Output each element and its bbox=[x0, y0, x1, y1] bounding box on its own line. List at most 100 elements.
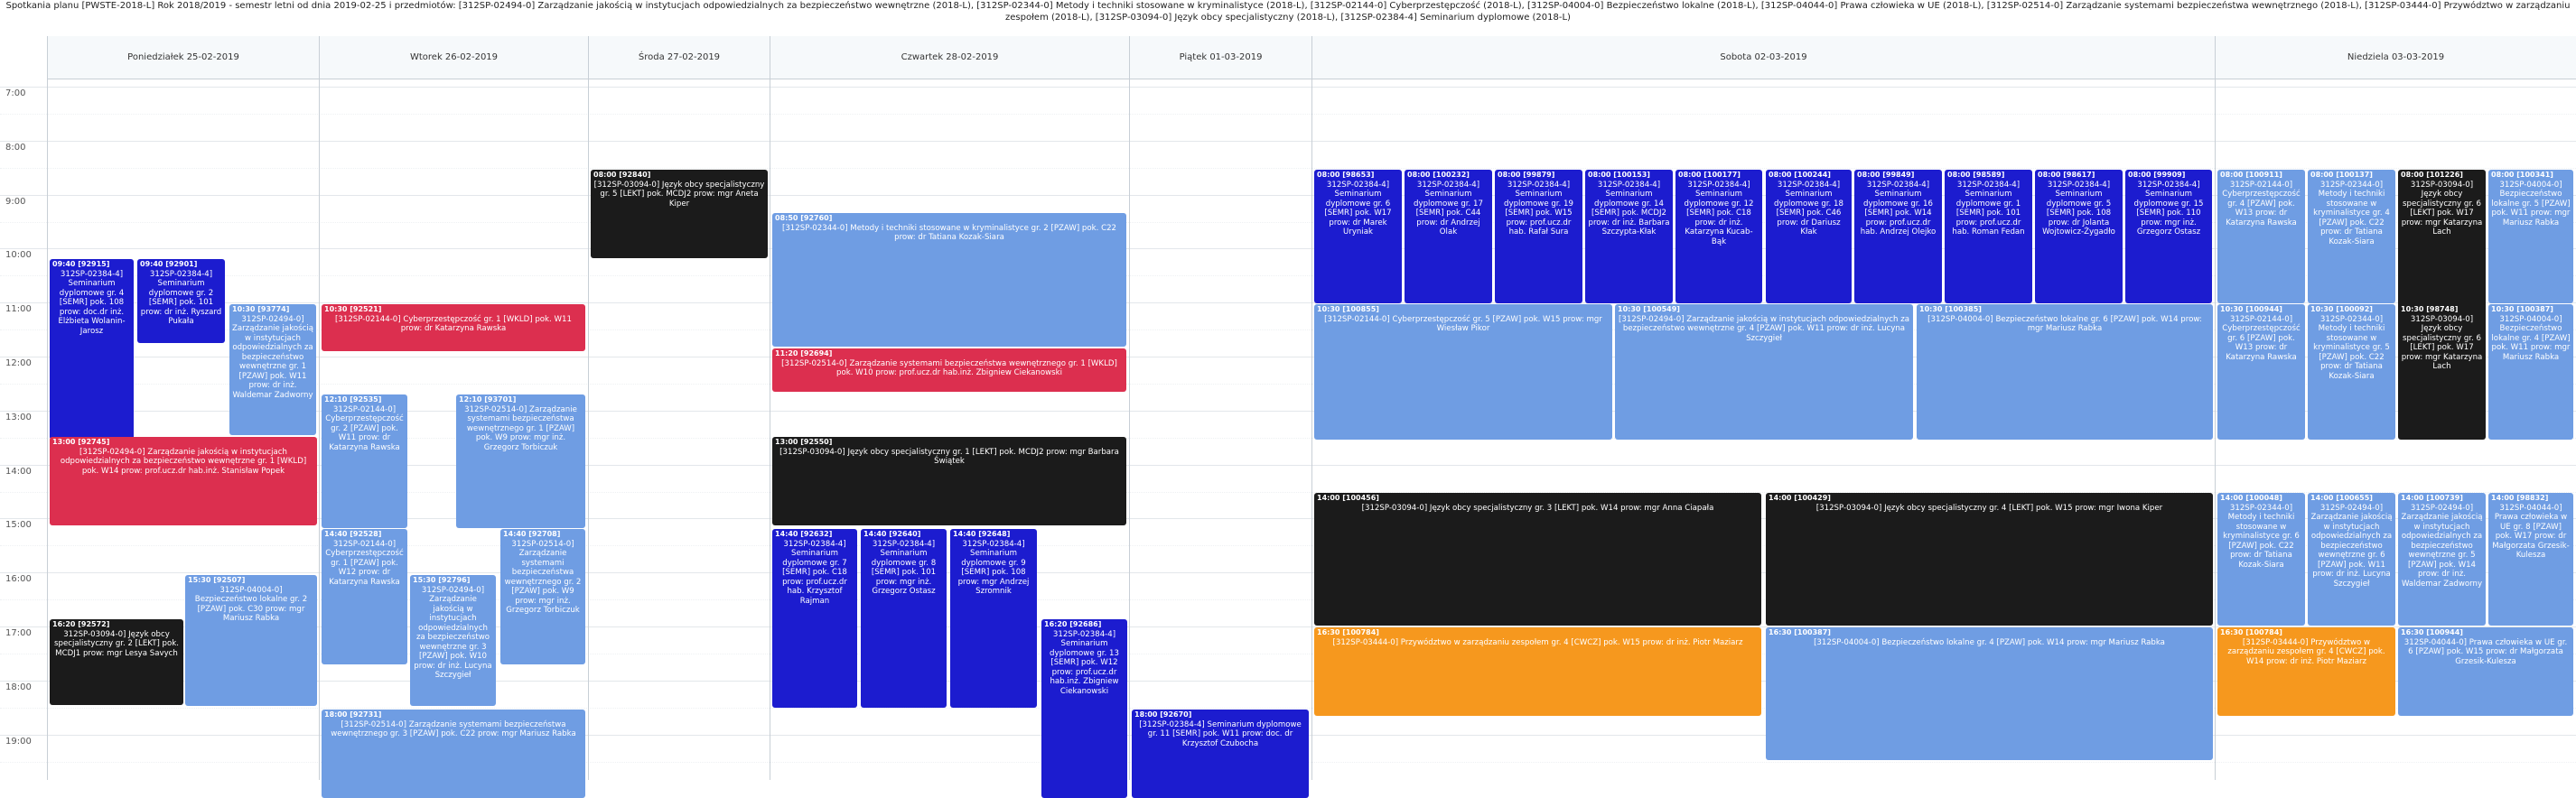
day-column bbox=[588, 36, 770, 780]
calendar-event[interactable]: 16:30 [100944] 312SP-04044-0] Prawa człow… bbox=[2398, 627, 2573, 716]
event-description: [312SP-03094-0] Język obcy specjalistycz… bbox=[1361, 503, 1714, 513]
event-description: 312SP-02384-4] Seminarium dyplomowe gr. … bbox=[1504, 180, 1573, 237]
calendar-event[interactable]: 09:40 [92915] 312SP-02384-4] Seminarium d… bbox=[50, 259, 134, 440]
calendar-event[interactable]: 10:30 [100092] 312SP-02344-0] Metody i te… bbox=[2308, 304, 2395, 440]
calendar-event[interactable]: 14:00 [100739] 312SP-02494-0] Zarządzanie… bbox=[2398, 493, 2486, 626]
day-header: Poniedziałek 25-02-2019 bbox=[47, 36, 319, 79]
calendar-event[interactable]: 16:20 [92686] 312SP-02384-4] Seminarium d… bbox=[1041, 619, 1127, 798]
day-column bbox=[1129, 36, 1311, 780]
calendar-event[interactable]: 08:00 [99879] 312SP-02384-4] Seminarium d… bbox=[1495, 170, 1582, 303]
event-time-id: 09:40 [92901] bbox=[140, 260, 198, 268]
calendar-event[interactable]: 08:00 [100177] 312SP-02384-4] Seminarium … bbox=[1675, 170, 1762, 303]
event-time-id: 14:40 [92632] bbox=[775, 530, 833, 538]
hour-label: 7:00 bbox=[5, 88, 26, 98]
calendar-event[interactable]: 08:00 [98617] 312SP-02384-4] Seminarium d… bbox=[2035, 170, 2123, 303]
event-description: 312SP-02384-4] Seminarium dyplomowe gr. … bbox=[1588, 180, 1670, 237]
hour-label: 13:00 bbox=[5, 412, 32, 422]
event-description: 312SP-02384-4] Seminarium dyplomowe gr. … bbox=[957, 539, 1030, 597]
calendar-event[interactable]: 14:40 [92648] 312SP-02384-4] Seminarium d… bbox=[950, 529, 1037, 708]
calendar-event[interactable]: 08:00 [100232] 312SP-02384-4] Seminarium … bbox=[1405, 170, 1492, 303]
calendar-event[interactable]: 12:10 [92535] 312SP-02144-0] Cyberprzestę… bbox=[322, 394, 407, 528]
event-description: [312SP-03444-0] Przywództwo w zarządzani… bbox=[2227, 637, 2385, 666]
event-time-id: 10:30 [100385] bbox=[1919, 305, 1982, 313]
event-description: 312SP-04004-0] Bezpieczeństwo lokalne gr… bbox=[194, 585, 308, 624]
calendar-event[interactable]: 08:00 [99909] 312SP-02384-4] Seminarium d… bbox=[2125, 170, 2212, 303]
event-description: 312SP-04004-0] Bezpieczeństwo lokalne gr… bbox=[2491, 314, 2571, 362]
calendar-event[interactable]: 08:00 [98653] 312SP-02384-4] Seminarium d… bbox=[1314, 170, 1402, 303]
event-time-id: 14:40 [92640] bbox=[863, 530, 921, 538]
event-description: 312SP-02494-0] Zarządzanie jakością w in… bbox=[2401, 503, 2483, 589]
calendar-event[interactable]: 13:00 [92745] [312SP-02494-0] Zarządzanie… bbox=[50, 437, 317, 525]
event-time-id: 10:30 [100092] bbox=[2310, 305, 2373, 313]
hour-label: 15:00 bbox=[5, 520, 32, 531]
event-description: [312SP-04004-0] Bezpieczeństwo lokalne g… bbox=[1927, 314, 2202, 334]
calendar-event[interactable]: 10:30 [92521] [312SP-02144-0] Cyberprzest… bbox=[322, 304, 585, 351]
calendar-event[interactable]: 16:20 [92572] 312SP-03094-0] Język obcy s… bbox=[50, 619, 183, 705]
calendar-event[interactable]: 11:20 [92694] [312SP-02514-0] Zarządzanie… bbox=[772, 348, 1126, 392]
event-time-id: 16:20 [92572] bbox=[52, 620, 110, 628]
calendar-event[interactable]: 08:50 [92760] [312SP-02344-0] Metody i te… bbox=[772, 213, 1126, 347]
calendar-event[interactable]: 10:30 [100385] [312SP-04004-0] Bezpieczeń… bbox=[1917, 304, 2213, 440]
calendar-event[interactable]: 14:40 [92640] 312SP-02384-4] Seminarium d… bbox=[861, 529, 947, 708]
calendar-event[interactable]: 08:00 [98589] 312SP-02384-4] Seminarium d… bbox=[1945, 170, 2032, 303]
calendar-event[interactable]: 10:30 [100387] 312SP-04004-0] Bezpieczeńs… bbox=[2488, 304, 2573, 440]
calendar-event[interactable]: 14:00 [98832] 312SP-04044-0] Prawa człowi… bbox=[2488, 493, 2573, 626]
event-time-id: 14:40 [92648] bbox=[953, 530, 1011, 538]
calendar-event[interactable]: 08:00 [92840] [312SP-03094-0] Język obcy … bbox=[591, 170, 768, 258]
hour-label: 16:00 bbox=[5, 574, 32, 585]
event-time-id: 08:00 [101226] bbox=[2401, 171, 2463, 179]
calendar-event[interactable]: 09:40 [92901] 312SP-02384-4] Seminarium d… bbox=[137, 259, 225, 343]
hour-label: 8:00 bbox=[5, 142, 26, 153]
calendar-event[interactable]: 08:00 [100153] 312SP-02384-4] Seminarium … bbox=[1585, 170, 1673, 303]
event-time-id: 14:00 [100739] bbox=[2401, 494, 2463, 502]
event-description: 312SP-02494-0] Zarządzanie jakością w in… bbox=[2310, 503, 2393, 589]
calendar-event[interactable]: 08:00 [100911] 312SP-02144-0] Cyberprzest… bbox=[2217, 170, 2305, 303]
hour-label: 9:00 bbox=[5, 196, 26, 207]
event-description: [312SP-04004-0] Bezpieczeństwo lokalne g… bbox=[1814, 637, 2165, 647]
event-time-id: 10:30 [100387] bbox=[2491, 305, 2553, 313]
event-time-id: 08:00 [92840] bbox=[593, 171, 651, 179]
event-time-id: 08:00 [100911] bbox=[2220, 171, 2282, 179]
calendar-event[interactable]: 08:00 [100137] 312SP-02344-0] Metody i te… bbox=[2308, 170, 2395, 303]
calendar-event[interactable]: 10:30 [100944] 312SP-02144-0] Cyberprzest… bbox=[2217, 304, 2305, 440]
event-description: 312SP-02494-0] Zarządzanie jakością w in… bbox=[414, 585, 492, 681]
calendar-event[interactable]: 14:00 [100655] 312SP-02494-0] Zarządzanie… bbox=[2308, 493, 2395, 626]
event-description: [312SP-03094-0] Język obcy specjalistycz… bbox=[593, 180, 765, 209]
calendar-event[interactable]: 12:10 [93701] 312SP-02514-0] Zarządzanie … bbox=[456, 394, 585, 528]
calendar-event[interactable]: 16:30 [100387] [312SP-04004-0] Bezpieczeń… bbox=[1766, 627, 2213, 760]
calendar-event[interactable]: 14:40 [92632] 312SP-02384-4] Seminarium d… bbox=[772, 529, 857, 708]
calendar-event[interactable]: 08:00 [100244] 312SP-02384-4] Seminarium … bbox=[1766, 170, 1852, 303]
calendar-event[interactable]: 18:00 [92670] [312SP-02384-4] Seminarium … bbox=[1132, 710, 1309, 798]
calendar-event[interactable]: 15:30 [92796] 312SP-02494-0] Zarządzanie … bbox=[410, 575, 496, 706]
event-description: [312SP-02494-0] Zarządzanie jakością w i… bbox=[1619, 314, 1909, 343]
calendar-event[interactable]: 10:30 [93774] 312SP-02494-0] Zarządzanie … bbox=[229, 304, 316, 435]
hour-label: 17:00 bbox=[5, 628, 32, 638]
calendar-event[interactable]: 14:00 [100456] [312SP-03094-0] Język obcy… bbox=[1314, 493, 1761, 626]
calendar-event[interactable]: 18:00 [92731] [312SP-02514-0] Zarządzanie… bbox=[322, 710, 585, 798]
calendar-event[interactable]: 14:00 [100429] [312SP-03094-0] Język obcy… bbox=[1766, 493, 2213, 626]
event-description: 312SP-02144-0] Cyberprzestępczość gr. 1 … bbox=[325, 539, 404, 587]
calendar-event[interactable]: 16:30 [100784] [312SP-03444-0] Przywództw… bbox=[1314, 627, 1761, 716]
week-calendar-grid: 7:00 8:00 9:00 10:00 11:00 12:00 13:00 14:00 15:… bbox=[0, 36, 2576, 798]
calendar-event[interactable]: 15:30 [92507] 312SP-04004-0] Bezpieczeńst… bbox=[185, 575, 317, 706]
calendar-event[interactable]: 10:30 [98748] 312SP-03094-0] Język obcy s… bbox=[2398, 304, 2486, 440]
event-time-id: 08:00 [98617] bbox=[2038, 171, 2095, 179]
calendar-event[interactable]: 10:30 [100855] [312SP-02144-0] Cyberprzes… bbox=[1314, 304, 1612, 440]
hour-label: 11:00 bbox=[5, 304, 32, 315]
hour-label: 12:00 bbox=[5, 358, 32, 368]
event-description: 312SP-02144-0] Cyberprzestępczość gr. 2 … bbox=[325, 404, 404, 452]
event-time-id: 12:10 [93701] bbox=[459, 395, 517, 404]
event-time-id: 08:00 [99849] bbox=[1857, 171, 1915, 179]
event-time-id: 08:00 [100232] bbox=[1407, 171, 1470, 179]
calendar-event[interactable]: 14:00 [100048] 312SP-02344-0] Metody i te… bbox=[2217, 493, 2305, 626]
event-description: 312SP-02514-0] Zarządzanie systemami bez… bbox=[504, 539, 582, 616]
event-description: 312SP-03094-0] Język obcy specjalistyczn… bbox=[2401, 314, 2483, 372]
calendar-event[interactable]: 08:00 [99849] 312SP-02384-4] Seminarium d… bbox=[1854, 170, 1942, 303]
calendar-event[interactable]: 14:40 [92708] 312SP-02514-0] Zarządzanie … bbox=[500, 529, 585, 664]
event-time-id: 10:30 [100855] bbox=[1317, 305, 1379, 313]
calendar-event[interactable]: 10:30 [100549] [312SP-02494-0] Zarządzani… bbox=[1615, 304, 1913, 440]
calendar-event[interactable]: 16:30 [100784] [312SP-03444-0] Przywództw… bbox=[2217, 627, 2395, 716]
calendar-event[interactable]: 14:40 [92528] 312SP-02144-0] Cyberprzestę… bbox=[322, 529, 407, 664]
calendar-event[interactable]: 13:00 [92550] [312SP-03094-0] Język obcy … bbox=[772, 437, 1126, 525]
calendar-event[interactable]: 08:00 [100341] 312SP-04004-0] Bezpieczeńs… bbox=[2488, 170, 2573, 303]
